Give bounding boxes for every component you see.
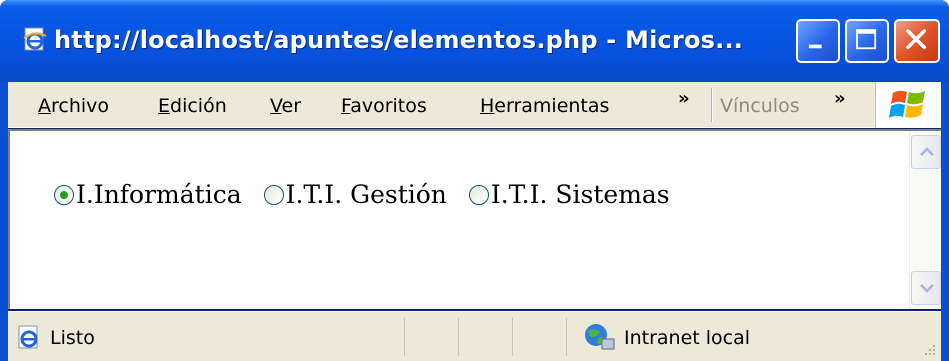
- title-bar[interactable]: http://localhost/apuntes/elementos.php -…: [0, 0, 949, 82]
- chevron-down-icon: [920, 284, 934, 293]
- page-content: I.Informática I.T.I. Gestión I.T.I. Sist…: [8, 129, 941, 309]
- links-overflow-button[interactable]: »: [834, 88, 846, 109]
- radio-label: I.T.I. Sistemas: [490, 180, 670, 209]
- zone-label: Intranet local: [624, 327, 751, 349]
- vertical-scrollbar[interactable]: [909, 131, 941, 309]
- radio-button[interactable]: [468, 185, 489, 205]
- close-icon: [906, 29, 927, 50]
- window-frame-left: [0, 82, 8, 361]
- window-title: http://localhost/apuntes/elementos.php -…: [54, 26, 744, 54]
- scroll-down-button[interactable]: [911, 271, 941, 305]
- radio-option-sistemas[interactable]: I.T.I. Sistemas: [468, 175, 670, 215]
- chevron-up-icon: [920, 147, 934, 156]
- radio-group: I.Informática I.T.I. Gestión I.T.I. Sist…: [54, 175, 684, 215]
- links-separator: [711, 88, 713, 122]
- menu-overflow-button[interactable]: »: [678, 88, 690, 109]
- menu-edicion[interactable]: Edición: [158, 92, 227, 120]
- windows-logo-area: [875, 82, 941, 128]
- radio-button[interactable]: [263, 185, 284, 205]
- menu-bar: Archivo Edición Ver Favoritos Herramient…: [8, 82, 941, 128]
- maximize-icon: [856, 29, 877, 50]
- intranet-globe-icon: [585, 324, 615, 350]
- menu-archivo[interactable]: Archivo: [38, 92, 109, 120]
- browser-window: http://localhost/apuntes/elementos.php -…: [0, 0, 949, 361]
- radio-option-gestion[interactable]: I.T.I. Gestión: [263, 175, 447, 215]
- status-divider: [458, 318, 459, 356]
- menu-herramientas[interactable]: Herramientas: [480, 92, 609, 120]
- status-bar: Listo Intranet local: [8, 311, 941, 361]
- minimize-button[interactable]: [796, 19, 840, 63]
- minimize-icon: [808, 44, 822, 49]
- status-divider: [566, 318, 567, 356]
- ie-page-icon: [23, 27, 47, 51]
- status-text: Listo: [50, 327, 95, 349]
- maximize-button[interactable]: [845, 19, 889, 63]
- radio-label: I.Informática: [76, 180, 242, 209]
- status-divider: [512, 318, 513, 356]
- ie-page-icon: [18, 325, 38, 349]
- windows-logo-icon: [889, 90, 925, 118]
- links-toolbar-label[interactable]: Vínculos: [720, 92, 800, 120]
- scroll-up-button[interactable]: [911, 135, 941, 169]
- status-divider: [404, 318, 405, 356]
- radio-label: I.T.I. Gestión: [285, 180, 447, 209]
- radio-option-informatica[interactable]: I.Informática: [54, 175, 242, 215]
- menu-ver[interactable]: Ver: [270, 92, 301, 120]
- resize-grip-icon[interactable]: [921, 341, 937, 357]
- menu-favoritos[interactable]: Favoritos: [341, 92, 427, 120]
- window-frame-right: [941, 82, 949, 361]
- radio-button-checked[interactable]: [54, 185, 74, 205]
- close-button[interactable]: [894, 19, 940, 63]
